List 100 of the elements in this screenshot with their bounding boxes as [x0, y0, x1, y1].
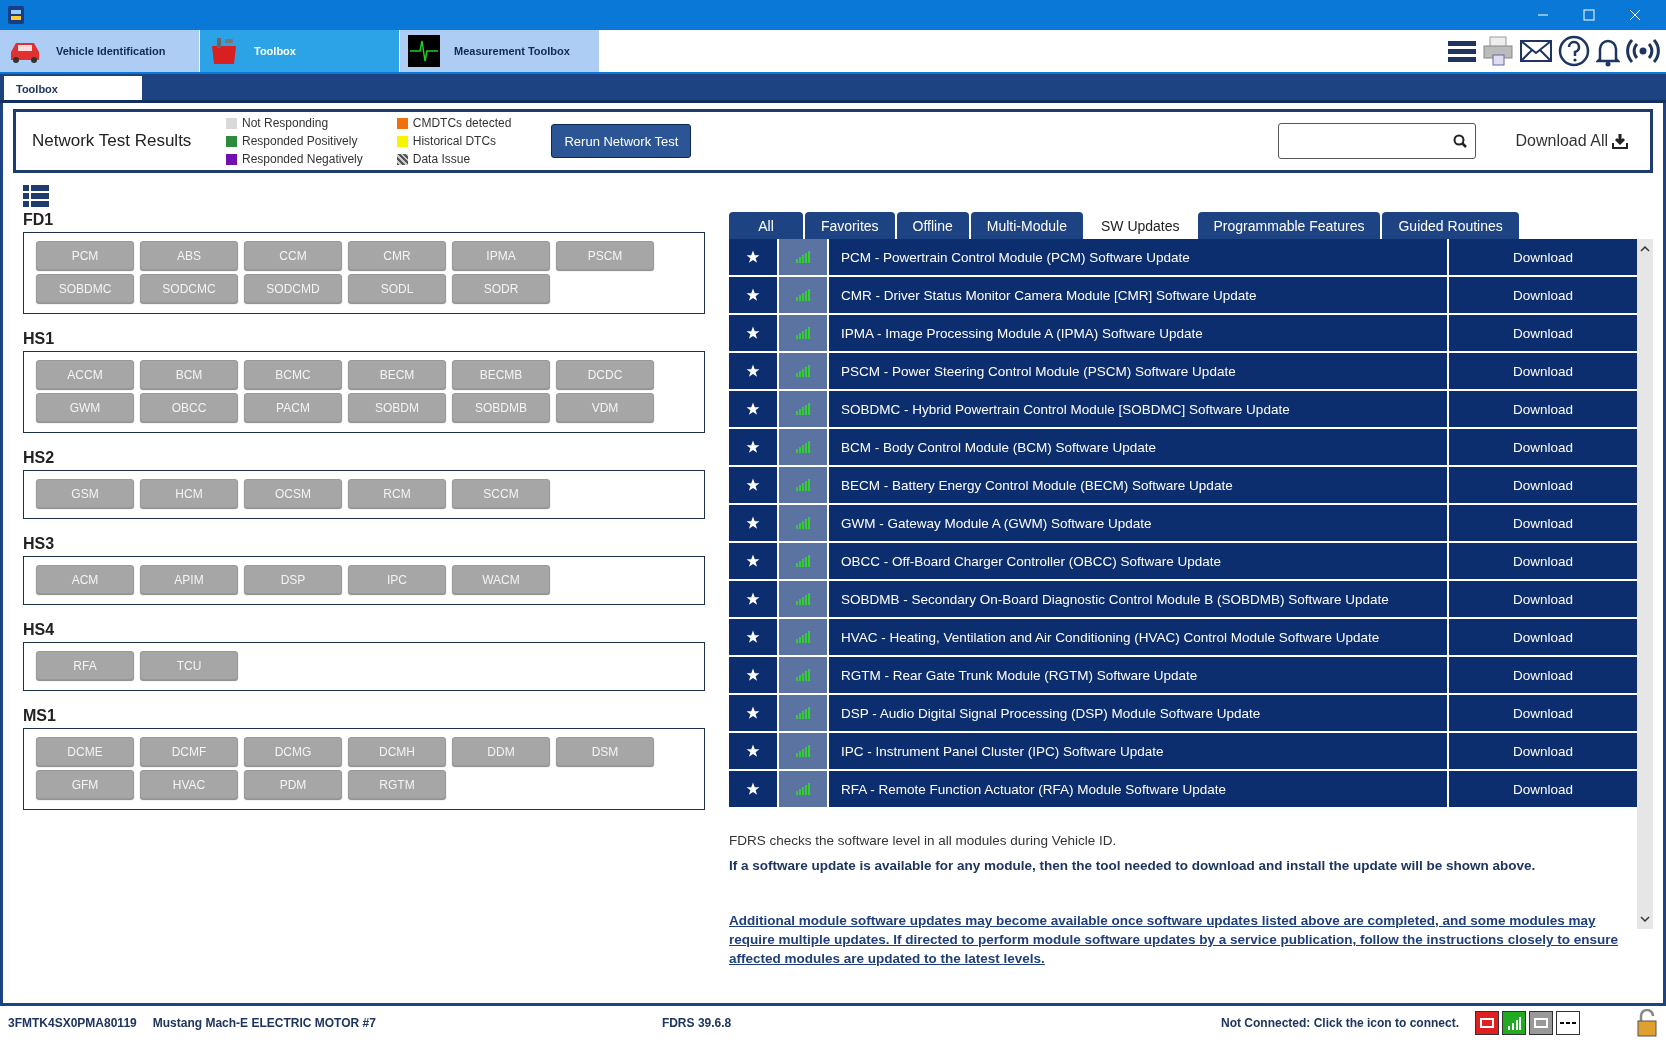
module-button[interactable]: RCM: [348, 479, 446, 508]
module-button[interactable]: HCM: [140, 479, 238, 508]
favorite-cell[interactable]: [729, 505, 777, 541]
module-button[interactable]: BECMB: [452, 360, 550, 389]
download-button[interactable]: Download: [1449, 353, 1637, 389]
module-button[interactable]: HVAC: [140, 770, 238, 799]
module-button[interactable]: DSM: [556, 737, 654, 766]
dashes-icon[interactable]: [1556, 1011, 1580, 1035]
download-button[interactable]: Download: [1449, 733, 1637, 769]
download-button[interactable]: Download: [1449, 277, 1637, 313]
module-button[interactable]: WACM: [452, 565, 550, 594]
download-button[interactable]: Download: [1449, 315, 1637, 351]
favorite-cell[interactable]: [729, 391, 777, 427]
favorite-cell[interactable]: [729, 467, 777, 503]
module-button[interactable]: BCM: [140, 360, 238, 389]
module-button[interactable]: DSP: [244, 565, 342, 594]
download-button[interactable]: Download: [1449, 771, 1637, 807]
favorite-cell[interactable]: [729, 581, 777, 617]
module-button[interactable]: DCDC: [556, 360, 654, 389]
module-button[interactable]: SODL: [348, 274, 446, 303]
favorite-cell[interactable]: [729, 657, 777, 693]
module-button[interactable]: PDM: [244, 770, 342, 799]
download-button[interactable]: Download: [1449, 429, 1637, 465]
nav-tab[interactable]: Vehicle Identification: [0, 30, 200, 72]
filter-tab[interactable]: All: [729, 212, 803, 239]
download-button[interactable]: Download: [1449, 239, 1637, 275]
filter-tab[interactable]: Guided Routines: [1382, 212, 1519, 239]
sub-tab[interactable]: Toolbox: [4, 76, 142, 100]
module-button[interactable]: SOBDM: [348, 393, 446, 422]
help-icon[interactable]: [1558, 35, 1590, 67]
module-button[interactable]: BCMC: [244, 360, 342, 389]
module-button[interactable]: GSM: [36, 479, 134, 508]
filter-tab[interactable]: Programmable Features: [1197, 212, 1381, 239]
filter-tab[interactable]: Multi-Module: [970, 212, 1083, 239]
module-button[interactable]: SODCMC: [140, 274, 238, 303]
favorite-cell[interactable]: [729, 239, 777, 275]
module-button[interactable]: RGTM: [348, 770, 446, 799]
module-button[interactable]: DCMH: [348, 737, 446, 766]
search-field[interactable]: [1277, 123, 1476, 159]
favorite-cell[interactable]: [729, 619, 777, 655]
module-button[interactable]: SODCMD: [244, 274, 342, 303]
rerun-button[interactable]: Rerun Network Test: [551, 124, 692, 158]
module-button[interactable]: OCSM: [244, 479, 342, 508]
favorite-cell[interactable]: [729, 733, 777, 769]
printer-icon[interactable]: [1482, 35, 1514, 67]
broadcast-icon[interactable]: [1626, 37, 1660, 65]
favorite-cell[interactable]: [729, 771, 777, 807]
module-button[interactable]: IPC: [348, 565, 446, 594]
module-button[interactable]: CCM: [244, 241, 342, 270]
favorite-cell[interactable]: [729, 277, 777, 313]
module-button[interactable]: SCCM: [452, 479, 550, 508]
module-button[interactable]: SOBDMB: [452, 393, 550, 422]
filter-tab[interactable]: Favorites: [805, 212, 895, 239]
scrollbar[interactable]: [1637, 239, 1653, 929]
favorite-cell[interactable]: [729, 543, 777, 579]
module-button[interactable]: SODR: [452, 274, 550, 303]
module-button[interactable]: APIM: [140, 565, 238, 594]
module-button[interactable]: PSCM: [556, 241, 654, 270]
module-button[interactable]: OBCC: [140, 393, 238, 422]
module-button[interactable]: IPMA: [452, 241, 550, 270]
close-icon[interactable]: [1629, 9, 1641, 21]
download-button[interactable]: Download: [1449, 391, 1637, 427]
module-button[interactable]: DCMG: [244, 737, 342, 766]
module-button[interactable]: TCU: [140, 651, 238, 680]
favorite-cell[interactable]: [729, 695, 777, 731]
filter-tab[interactable]: Offline: [896, 212, 969, 239]
download-button[interactable]: Download: [1449, 505, 1637, 541]
module-button[interactable]: ABS: [140, 241, 238, 270]
download-all-button[interactable]: Download All: [1509, 131, 1634, 151]
connector-icon[interactable]: [1475, 1011, 1499, 1035]
module-button[interactable]: ACCM: [36, 360, 134, 389]
download-button[interactable]: Download: [1449, 695, 1637, 731]
module-button[interactable]: VDM: [556, 393, 654, 422]
module-button[interactable]: DDM: [452, 737, 550, 766]
download-button[interactable]: Download: [1449, 467, 1637, 503]
download-button[interactable]: Download: [1449, 657, 1637, 693]
additional-updates-link[interactable]: Additional module software updates may become available once software updates listed above are completed, and some modules may require multiple updates. If directed to perform module software updates by a service publication, follow the instructions closely to ensure affected modules are updated to the latest levels.: [729, 911, 1637, 968]
menu-icon[interactable]: [1448, 40, 1476, 62]
nav-tab[interactable]: Measurement Toolbox: [400, 30, 600, 72]
signal-icon[interactable]: [1502, 1011, 1526, 1035]
module-button[interactable]: RFA: [36, 651, 134, 680]
favorite-cell[interactable]: [729, 429, 777, 465]
maximize-icon[interactable]: [1583, 9, 1595, 21]
module-button[interactable]: SOBDMC: [36, 274, 134, 303]
nav-tab[interactable]: Toolbox: [200, 30, 400, 72]
module-button[interactable]: ACM: [36, 565, 134, 594]
favorite-cell[interactable]: [729, 353, 777, 389]
module-button[interactable]: BECM: [348, 360, 446, 389]
module-button[interactable]: DCMF: [140, 737, 238, 766]
module-button[interactable]: DCME: [36, 737, 134, 766]
module-button[interactable]: GFM: [36, 770, 134, 799]
mail-icon[interactable]: [1520, 39, 1552, 63]
download-button[interactable]: Download: [1449, 581, 1637, 617]
module-button[interactable]: PACM: [244, 393, 342, 422]
list-view-icon[interactable]: [23, 185, 49, 207]
module-button[interactable]: PCM: [36, 241, 134, 270]
module-button[interactable]: GWM: [36, 393, 134, 422]
download-button[interactable]: Download: [1449, 619, 1637, 655]
device-icon[interactable]: [1529, 1011, 1553, 1035]
download-button[interactable]: Download: [1449, 543, 1637, 579]
